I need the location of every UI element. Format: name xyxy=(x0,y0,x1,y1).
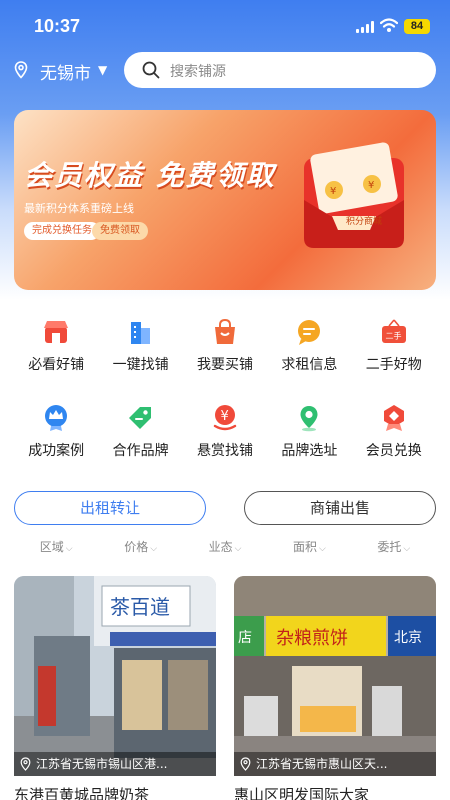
filter-label: 面积 xyxy=(293,540,318,554)
filter-business-type[interactable]: 业态 ⌵ xyxy=(183,538,267,556)
filter-label: 区域 xyxy=(39,540,64,554)
svg-text:¥: ¥ xyxy=(220,409,228,424)
city-selector[interactable]: 无锡市 xyxy=(40,59,91,84)
category-label: 成功案例 xyxy=(28,443,85,459)
map-pin-icon xyxy=(300,406,318,432)
tab-rent-transfer[interactable]: 出租转让 xyxy=(14,491,206,525)
category-label: 必看好铺 xyxy=(28,357,85,373)
filter-label: 价格 xyxy=(124,540,149,554)
crown-badge-icon xyxy=(45,405,67,431)
location-pin-icon xyxy=(240,757,251,771)
reward-yuan-icon: ¥ xyxy=(213,405,236,431)
category-one-click-find[interactable]: 一键找铺 xyxy=(98,318,182,388)
wifi-icon xyxy=(380,18,398,32)
category-label: 求租信息 xyxy=(281,357,338,373)
filter-area[interactable]: 区域 ⌵ xyxy=(14,538,98,556)
svg-text:二手: 二手 xyxy=(385,331,401,341)
search-bar[interactable]: 搜索铺源 xyxy=(124,52,436,88)
shop-sign-text: 店 xyxy=(238,630,252,646)
listing-card[interactable]: 店 杂粮煎饼 北京 江苏省无锡市惠山区天... 惠山区明发国际大家 xyxy=(234,576,436,800)
category-label: 品牌选址 xyxy=(281,443,338,459)
filter-commission[interactable]: 委托 ⌵ xyxy=(352,538,436,556)
category-rent-requests[interactable]: 求租信息 xyxy=(267,318,351,388)
category-member-redeem[interactable]: 会员兑换 xyxy=(352,404,436,474)
shop-icon xyxy=(44,321,68,343)
listing-address-text: 江苏省无锡市锡山区港... xyxy=(36,757,168,771)
chevron-down-icon: ⌵ xyxy=(403,544,411,554)
shop-sign-text: 杂粮煎饼 xyxy=(276,628,348,649)
banner-task-label: 完成兑换任务 xyxy=(24,222,100,240)
category-brand-site-selection[interactable]: 品牌选址 xyxy=(267,404,351,474)
second-hand-sign-icon: 二手 xyxy=(381,319,406,343)
filter-price[interactable]: 价格 ⌵ xyxy=(98,538,182,556)
battery-indicator: 84 xyxy=(404,19,430,34)
listing-title: 东港百黄城品牌奶茶 xyxy=(14,786,150,800)
category-success-cases[interactable]: 成功案例 xyxy=(14,404,98,474)
medal-icon xyxy=(383,405,404,431)
search-icon xyxy=(142,61,160,79)
category-must-see-shops[interactable]: 必看好铺 xyxy=(14,318,98,388)
category-label: 一键找铺 xyxy=(112,357,169,373)
status-bar: 10:37 84 xyxy=(0,0,450,52)
filter-bar: 区域 ⌵ 价格 ⌵ 业态 ⌵ 面积 ⌵ 委托 ⌵ xyxy=(14,538,436,556)
tag-icon xyxy=(129,407,152,429)
status-time: 10:37 xyxy=(34,16,81,36)
filter-label: 业态 xyxy=(208,540,233,554)
listing-address: 江苏省无锡市锡山区港... xyxy=(14,752,216,776)
category-bounty-find[interactable]: ¥ 悬赏找铺 xyxy=(183,404,267,474)
shop-sign-text: 北京 xyxy=(394,630,422,646)
banner-free-label: 免费领取 xyxy=(92,222,148,240)
chevron-down-icon: ⌵ xyxy=(319,544,326,554)
category-partner-brands[interactable]: 合作品牌 xyxy=(98,404,182,474)
promo-banner[interactable]: 会员权益 免费领取 最新积分体系重磅上线 完成兑换任务 免费领取 ¥ ¥ 积分商… xyxy=(14,110,436,290)
filter-label: 委托 xyxy=(377,540,402,554)
gift-envelope-illustration: ¥ ¥ xyxy=(304,142,404,248)
category-label: 悬赏找铺 xyxy=(196,443,253,459)
chevron-down-icon: ⌵ xyxy=(65,544,73,554)
shop-sign-text: 茶百道 xyxy=(110,595,170,619)
location-pin-icon xyxy=(20,757,31,771)
category-label: 二手好物 xyxy=(365,357,422,373)
listing-photo: 店 杂粮煎饼 北京 xyxy=(234,576,436,776)
chevron-down-icon[interactable]: ▼ xyxy=(98,63,107,77)
category-buy-shop[interactable]: 我要买铺 xyxy=(183,318,267,388)
search-placeholder: 搜索铺源 xyxy=(170,64,226,80)
location-pin-icon[interactable] xyxy=(14,61,28,79)
banner-tag: 积分商城 xyxy=(346,217,383,227)
category-grid-row-1: 必看好铺 一键找铺 我要买铺 求租信息 二手 二手好物 xyxy=(14,318,436,388)
category-label: 合作品牌 xyxy=(112,443,169,459)
cellular-signal-icon xyxy=(356,21,376,33)
shopping-bag-icon xyxy=(214,318,235,344)
chat-bubble-icon xyxy=(298,320,321,345)
filter-size[interactable]: 面积 ⌵ xyxy=(267,538,351,556)
category-grid-row-2: 成功案例 合作品牌 ¥ 悬赏找铺 品牌选址 会员兑换 xyxy=(14,404,436,474)
chevron-down-icon: ⌵ xyxy=(234,544,242,554)
banner-subtitle: 最新积分体系重磅上线 xyxy=(24,202,134,215)
listing-address: 江苏省无锡市惠山区天... xyxy=(234,752,436,776)
category-second-hand[interactable]: 二手 二手好物 xyxy=(352,318,436,388)
banner-title: 会员权益 免费领取 xyxy=(24,159,276,192)
chevron-down-icon: ⌵ xyxy=(150,544,158,554)
svg-text:¥: ¥ xyxy=(330,186,336,197)
listing-address-text: 江苏省无锡市惠山区天... xyxy=(256,757,388,771)
tab-shop-sale[interactable]: 商铺出售 xyxy=(244,491,436,525)
listing-photo: 茶百道 xyxy=(14,576,216,776)
listing-title: 惠山区明发国际大家 xyxy=(234,786,370,800)
listing-card[interactable]: 茶百道 江苏省无锡市锡山区港... 东港百黄城品牌奶茶 xyxy=(14,576,216,800)
svg-text:¥: ¥ xyxy=(368,180,374,191)
category-label: 我要买铺 xyxy=(196,357,253,373)
building-icon xyxy=(131,322,151,344)
category-label: 会员兑换 xyxy=(365,443,422,459)
